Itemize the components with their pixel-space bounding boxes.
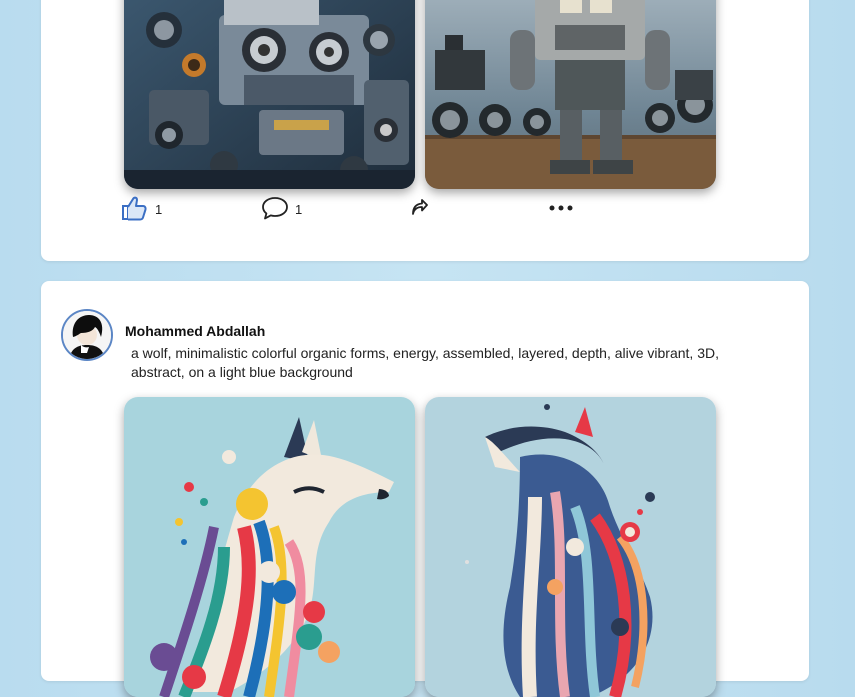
more-options-button[interactable] xyxy=(549,201,573,216)
comment-button[interactable]: 1 xyxy=(261,195,302,224)
ellipsis-icon xyxy=(549,201,573,216)
share-button[interactable] xyxy=(411,199,429,220)
like-count: 1 xyxy=(155,202,163,217)
post-prompt-text: a wolf, minimalistic colorful organic fo… xyxy=(131,345,719,380)
speech-bubble-icon xyxy=(261,195,289,224)
avatar[interactable] xyxy=(61,309,113,361)
comment-count: 1 xyxy=(295,202,303,217)
post-image-wolf-2[interactable] xyxy=(425,397,716,697)
like-button[interactable]: 1 xyxy=(121,195,162,224)
post-card-robots: 1 1 xyxy=(41,0,809,261)
post-image-robot-2[interactable] xyxy=(425,0,716,189)
post-image-wolf-1[interactable] xyxy=(124,397,415,697)
share-arrow-icon xyxy=(411,199,429,220)
thumbs-up-icon xyxy=(121,195,149,224)
post-card-wolf: Mohammed Abdallah a wolf, minimalistic c… xyxy=(41,281,809,697)
post-image-robot-1[interactable] xyxy=(124,0,415,189)
author-name[interactable]: Mohammed Abdallah xyxy=(125,323,265,339)
